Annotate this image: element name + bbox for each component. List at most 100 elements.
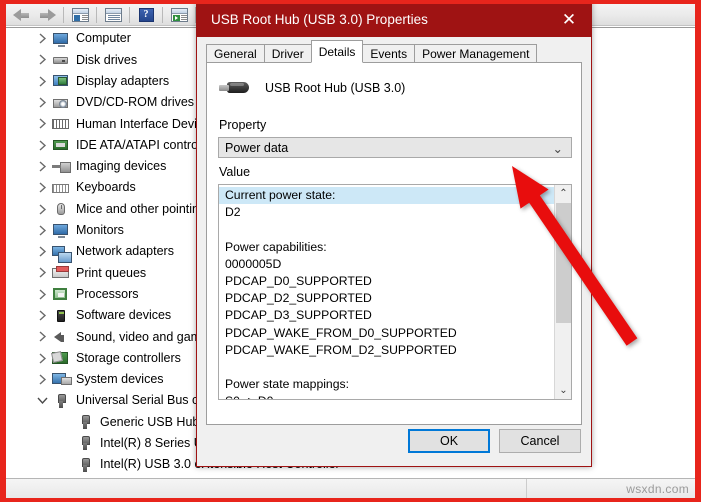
chevron-right-icon[interactable] [34,286,50,302]
update-driver-icon [170,7,188,22]
tree-item-label: Display adapters [76,73,170,88]
screenshot-root: ? Computer Disk drives Display adapters [0,0,701,502]
dvd-drive-icon [52,95,70,111]
value-line[interactable]: PDCAP_WAKE_FROM_D0_SUPPORTED [219,325,555,342]
dialog-button-row: OK Cancel [408,429,581,453]
tree-item-label: System devices [76,372,164,387]
toolbar-separator [63,6,64,23]
chevron-right-icon[interactable] [34,350,50,366]
close-icon[interactable]: ✕ [547,4,591,37]
console-tree-icon [71,7,89,22]
forward-button[interactable] [34,5,60,25]
site-watermark: wsxdn.com [626,481,689,496]
tab-general[interactable]: General [206,44,265,63]
tree-item-label: Imaging devices [76,159,167,174]
scroll-up-icon[interactable]: ⌃ [555,185,571,202]
tree-item-label: Print queues [76,265,147,280]
value-listbox[interactable]: Current power state: D2 Power capabilitie… [218,184,572,400]
chevron-right-icon[interactable] [34,95,50,111]
tree-item-label: Monitors [76,223,124,238]
back-arrow-icon [12,8,30,22]
chevron-right-icon[interactable] [34,31,50,47]
tree-item-label: Network adapters [76,244,174,259]
tree-item-label: DVD/CD-ROM drives [76,95,195,110]
chevron-right-icon[interactable] [34,73,50,89]
tree-item-label: Processors [76,286,139,301]
value-line[interactable]: Power capabilities: [219,239,555,256]
printer-icon [52,265,70,281]
tree-item-label: Computer [76,31,131,46]
monitor-icon [52,222,70,239]
tree-item-label: Software devices [76,308,172,323]
dialog-title: USB Root Hub (USB 3.0) Properties [211,11,428,27]
chevron-right-icon[interactable] [34,52,50,68]
imaging-device-icon [52,158,71,174]
chevron-right-icon[interactable] [34,158,50,174]
property-label: Property [219,118,267,132]
chevron-right-icon[interactable] [34,329,50,345]
properties-button[interactable] [100,5,126,25]
tab-events[interactable]: Events [362,44,416,63]
help-button[interactable]: ? [133,5,159,25]
tab-filler [536,44,582,63]
property-dropdown-value: Power data [225,140,289,155]
value-list-scrollbar[interactable]: ⌃ ⌄ [554,185,571,399]
cancel-button[interactable]: Cancel [499,429,581,453]
chevron-right-icon[interactable] [34,308,50,324]
value-line[interactable]: PDCAP_WAKE_FROM_D2_SUPPORTED [219,342,555,359]
value-line[interactable]: S0 -> D0 [219,393,555,399]
tree-item-label: Disk drives [76,52,138,67]
chevron-right-icon[interactable] [34,201,50,217]
tab-power-management[interactable]: Power Management [414,44,538,63]
value-line[interactable]: PDCAP_D3_SUPPORTED [219,307,555,324]
usb-device-icon [76,457,94,473]
software-device-icon [52,308,70,324]
value-line[interactable]: PDCAP_D0_SUPPORTED [219,273,555,290]
scroll-down-icon[interactable]: ⌄ [555,382,571,399]
chevron-right-icon[interactable] [34,137,50,153]
tree-item-label: Keyboards [76,180,136,195]
chevron-right-icon[interactable] [34,116,50,132]
keyboard-icon [52,180,70,196]
properties-window-icon [104,7,122,22]
show-hide-console-tree-button[interactable] [67,5,93,25]
usb-device-icon [76,435,94,451]
value-line[interactable]: 0000005D [219,256,555,273]
processor-icon [52,286,70,302]
toolbar-separator [96,6,97,23]
chevron-down-icon[interactable] [34,393,50,409]
value-line[interactable] [219,359,555,376]
chevron-right-icon[interactable] [34,265,50,281]
help-question-icon: ? [138,7,154,22]
property-dropdown[interactable]: Power data ⌄ [218,137,572,158]
chevron-right-icon[interactable] [34,371,50,387]
back-button[interactable] [8,5,34,25]
ok-button[interactable]: OK [408,429,490,453]
scrollbar-thumb[interactable] [556,203,571,323]
display-adapter-icon [52,73,70,89]
dialog-title-bar: USB Root Hub (USB 3.0) Properties ✕ [197,4,591,37]
mouse-icon [52,201,70,217]
value-line-selected[interactable]: Current power state: [219,187,555,205]
tab-driver[interactable]: Driver [263,44,312,63]
value-line[interactable]: D2 [219,204,555,221]
sound-device-icon [52,329,70,345]
tree-item-realtek-usb-2-0-card-reader[interactable]: Realtek USB 2.0 Card Reader [6,475,695,476]
chevron-right-icon[interactable] [34,180,50,196]
toolbar-separator [129,6,130,23]
value-line[interactable]: PDCAP_D2_SUPPORTED [219,290,555,307]
value-lines: Current power state: D2 Power capabilitie… [219,185,555,399]
ide-controller-icon [52,137,70,153]
computer-icon [52,31,70,47]
usb-controller-icon [52,393,70,409]
update-driver-button[interactable] [166,5,192,25]
tree-item-label: Storage controllers [76,350,181,365]
chevron-right-icon[interactable] [34,222,50,238]
value-line[interactable]: Power state mappings: [219,376,555,393]
status-bar-message [6,479,527,498]
value-line[interactable] [219,221,555,238]
dialog-body: General Driver Details Events Power Manageme… [197,37,591,466]
status-bar: wsxdn.com [6,478,695,498]
tab-details[interactable]: Details [310,40,364,63]
chevron-right-icon[interactable] [34,244,50,260]
